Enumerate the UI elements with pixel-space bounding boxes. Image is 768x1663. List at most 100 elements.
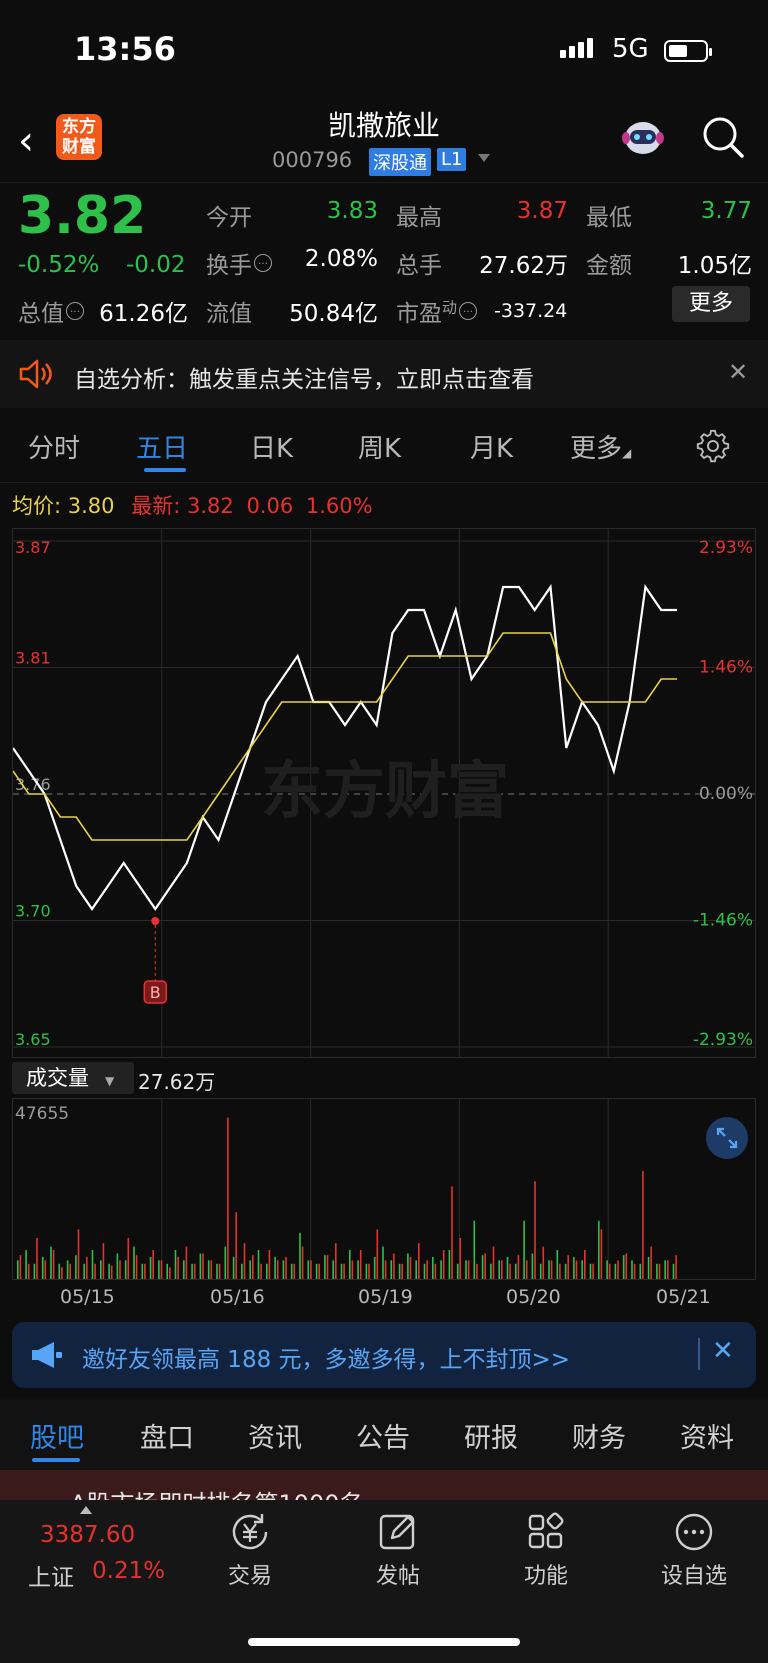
volume-bar [658,1263,661,1279]
index-name[interactable]: 上证 [28,1558,74,1592]
volume-bar [534,1181,536,1279]
volume-bar [407,1253,409,1279]
tab-news[interactable]: 资讯 [248,1416,302,1455]
volume-bar [158,1260,160,1279]
volume-bar [210,1260,213,1279]
volume-bar [276,1260,279,1279]
volume-bar [517,1255,520,1279]
nav-post-label[interactable]: 发帖 [348,1558,448,1590]
volume-bar [589,1263,592,1279]
pe-label: 市盈动… [396,294,478,328]
trade-icon[interactable] [228,1510,272,1554]
price-line [13,583,677,911]
level-tag[interactable]: L1 [437,148,467,171]
watermark: 东方财富 [261,754,509,827]
peek-item[interactable]: A股市场即时排名第1000名 [0,1470,768,1500]
tab-forum[interactable]: 股吧 [30,1416,84,1455]
low-label: 最低 [586,205,632,231]
volume-bar [268,1250,271,1279]
connect-tag[interactable]: 深股通 [369,148,431,176]
volume-bar [274,1256,276,1279]
volume-bar [58,1263,61,1279]
volume-bar [418,1243,420,1279]
volume-bar [434,1263,437,1279]
volume-bar [17,1260,19,1279]
robot-assistant-icon[interactable] [618,114,668,160]
price-chart[interactable]: 东方财富3.873.813.763.703.652.93%1.46%0.00%-… [12,528,756,1058]
tab-research[interactable]: 研报 [464,1416,518,1455]
home-indicator[interactable] [248,1638,520,1646]
expand-up-icon[interactable] [80,1506,92,1514]
volume-bar [124,1260,127,1279]
tab-five-day[interactable]: 五日 [136,428,188,465]
nav-watchlist-label[interactable]: 设自选 [644,1558,744,1590]
tab-profile[interactable]: 资料 [680,1416,734,1455]
info-icon[interactable]: … [254,254,272,273]
y-tick-label: 3.81 [15,649,51,668]
low-value: 3.77 [700,198,752,224]
notice-text[interactable]: 自选分析：触发重点关注信号，立即点击查看 [74,360,534,394]
volume-bar [19,1255,22,1279]
volume-selector[interactable]: 成交量 ▼ [12,1062,134,1094]
volume-bar [633,1263,636,1279]
tab-orderbook[interactable]: 盘口 [140,1416,194,1455]
volume-bar [598,1220,600,1279]
volume-bar [235,1212,237,1279]
volume-bar [119,1260,121,1279]
volume-bar [290,1263,293,1279]
volume-bar [467,1260,470,1279]
nav-trade-label[interactable]: 交易 [200,1558,300,1590]
tab-announcements[interactable]: 公告 [356,1416,410,1455]
index-change[interactable]: 0.21% [92,1558,165,1584]
buy-marker-label: B [150,983,161,1002]
index-value[interactable]: 3387.60 [40,1522,135,1548]
close-icon[interactable]: ✕ [712,1336,734,1366]
tab-finance[interactable]: 财务 [572,1416,626,1455]
volume-bar [581,1260,583,1279]
volume-chart[interactable]: 47655 [12,1098,756,1280]
info-icon[interactable]: … [66,302,84,321]
volume-bar [207,1260,210,1279]
volume-bar [498,1260,500,1279]
nav-functions-label[interactable]: 功能 [496,1558,596,1590]
volume-bar [127,1238,130,1279]
search-icon[interactable] [700,114,746,160]
volume-bar [349,1250,351,1279]
volume-bar [110,1265,113,1279]
volume-bar [86,1256,88,1279]
grid-functions-icon[interactable] [524,1510,568,1554]
volume-bar [567,1255,569,1279]
add-watchlist-icon[interactable] [672,1510,716,1554]
volume-bar [27,1263,30,1279]
banner-text[interactable]: 邀好友领最高 188 元，多邀多得，上不封顶>> [82,1340,570,1374]
tab-monthly-k[interactable]: 月K [470,428,513,465]
volume-bar [542,1246,545,1279]
volume-bar [481,1255,484,1279]
tab-daily-k[interactable]: 日K [250,428,293,465]
volume-bar [647,1256,650,1279]
tab-intraday[interactable]: 分时 [28,428,80,465]
mktcap-label: 总值… [18,294,84,328]
volume-bar [415,1260,417,1279]
tab-more[interactable]: 更多◢ [570,428,631,465]
volume-bar [318,1263,320,1279]
info-icon[interactable]: … [459,302,478,321]
expand-icon[interactable] [705,1116,749,1160]
chevron-down-icon[interactable] [478,154,490,162]
volume-bar [241,1263,243,1279]
volume-bar [116,1253,119,1279]
speaker-icon [19,359,52,389]
volume-bar [152,1250,154,1279]
close-icon[interactable]: ✕ [728,358,748,386]
settings-gear-icon[interactable] [696,428,732,464]
compose-post-icon[interactable] [376,1510,420,1554]
volume-bar [185,1246,188,1279]
stock-code: 000796 [272,148,353,172]
y-tick-label: 3.87 [15,538,51,557]
more-button[interactable]: 更多 [672,286,750,322]
date-label: 05/19 [358,1286,413,1308]
volume-bar [600,1229,603,1279]
tab-weekly-k[interactable]: 周K [358,428,401,465]
battery-icon [664,40,712,62]
turnover-label: 换手… [206,246,272,280]
